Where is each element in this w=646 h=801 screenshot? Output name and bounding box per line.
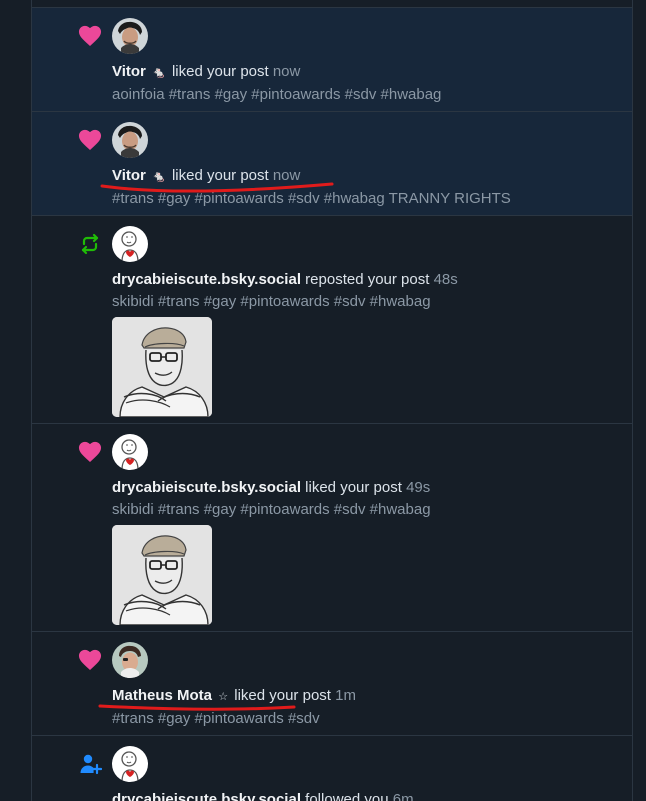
notification-item[interactable]: drycabieiscute.bsky.social liked your po… bbox=[32, 424, 632, 632]
top-divider bbox=[32, 0, 632, 8]
post-preview[interactable]: skibidi #trans #gay #pintoawards #sdv #h… bbox=[112, 292, 616, 312]
notification-item[interactable]: drycabieiscute.bsky.social followed you … bbox=[32, 736, 632, 801]
notification-text: Matheus Mota ☆ liked your post 1m bbox=[112, 686, 616, 707]
notification-text: Vitor 🐁 liked your post now bbox=[112, 62, 616, 83]
timestamp: now bbox=[272, 167, 301, 184]
author-name[interactable]: Vitor bbox=[112, 63, 146, 80]
post-preview[interactable]: aoinfoia #trans #gay #pintoawards #sdv #… bbox=[112, 85, 616, 105]
action-text: liked your post bbox=[234, 687, 331, 704]
post-preview[interactable]: #trans #gay #pintoawards #sdv #hwabag TR… bbox=[112, 189, 616, 209]
avatar[interactable] bbox=[112, 122, 148, 158]
mouse-badge-icon: 🐁 bbox=[152, 171, 166, 183]
notification-item[interactable]: Vitor 🐁 liked your post now #trans #gay … bbox=[32, 112, 632, 216]
timestamp: 49s bbox=[406, 479, 431, 496]
avatar[interactable] bbox=[112, 18, 148, 54]
mouse-badge-icon: 🐁 bbox=[152, 67, 166, 79]
action-text: liked your post bbox=[305, 479, 402, 496]
action-text: liked your post bbox=[171, 167, 269, 184]
person-add-icon bbox=[76, 750, 104, 778]
action-text: liked your post bbox=[171, 63, 269, 80]
author-name[interactable]: drycabieiscute.bsky.social bbox=[112, 271, 301, 288]
notification-text: Vitor 🐁 liked your post now bbox=[112, 166, 616, 187]
avatar[interactable] bbox=[112, 434, 148, 470]
repost-icon bbox=[76, 230, 104, 258]
author-name[interactable]: Matheus Mota bbox=[112, 687, 212, 704]
action-text: reposted your post bbox=[305, 271, 430, 288]
notification-item[interactable]: Matheus Mota ☆ liked your post 1m #trans… bbox=[32, 632, 632, 736]
heart-icon bbox=[76, 126, 104, 154]
author-name[interactable]: drycabieiscute.bsky.social bbox=[112, 479, 301, 496]
timestamp: 1m bbox=[335, 687, 356, 704]
timestamp: now bbox=[272, 63, 301, 80]
timestamp: 48s bbox=[433, 271, 458, 288]
avatar[interactable] bbox=[112, 642, 148, 678]
star-badge-icon: ☆ bbox=[218, 691, 229, 703]
avatar[interactable] bbox=[112, 746, 148, 782]
notification-text: drycabieiscute.bsky.social reposted your… bbox=[112, 270, 616, 290]
post-preview[interactable]: #trans #gay #pintoawards #sdv bbox=[112, 709, 616, 729]
timestamp: 6m bbox=[392, 791, 414, 801]
notification-item[interactable]: Vitor 🐁 liked your post now aoinfoia #tr… bbox=[32, 8, 632, 112]
notification-text: drycabieiscute.bsky.social liked your po… bbox=[112, 478, 616, 498]
author-name[interactable]: Vitor bbox=[112, 167, 146, 184]
notification-item[interactable]: drycabieiscute.bsky.social reposted your… bbox=[32, 216, 632, 424]
post-image-thumbnail[interactable] bbox=[112, 525, 212, 625]
notification-text: drycabieiscute.bsky.social followed you … bbox=[112, 790, 616, 801]
avatar[interactable] bbox=[112, 226, 148, 262]
heart-icon bbox=[76, 646, 104, 674]
notifications-feed: Vitor 🐁 liked your post now aoinfoia #tr… bbox=[31, 0, 633, 801]
post-preview[interactable]: skibidi #trans #gay #pintoawards #sdv #h… bbox=[112, 500, 616, 520]
heart-icon bbox=[76, 438, 104, 466]
action-text: followed you bbox=[305, 791, 389, 801]
post-image-thumbnail[interactable] bbox=[112, 317, 212, 417]
heart-icon bbox=[76, 22, 104, 50]
author-name[interactable]: drycabieiscute.bsky.social bbox=[112, 791, 301, 801]
